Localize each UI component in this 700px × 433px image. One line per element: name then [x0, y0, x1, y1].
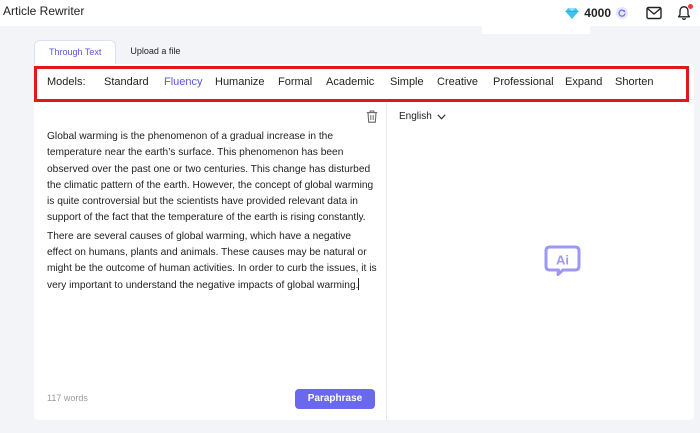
paragraph-1: Global warming is the phenomenon of a gr…	[47, 131, 374, 224]
model-humanize[interactable]: Humanize	[215, 76, 265, 88]
model-simple[interactable]: Simple	[390, 76, 424, 88]
paraphrase-button[interactable]: Paraphrase	[295, 389, 375, 409]
text-caret	[358, 277, 360, 290]
model-shorten[interactable]: Shorten	[615, 76, 654, 88]
ai-logo-icon: Ai	[544, 245, 581, 276]
active-model-indicator	[157, 99, 207, 101]
top-bar: Article Rewriter 4000	[0, 0, 700, 26]
panel-divider	[386, 103, 387, 420]
notifications-button[interactable]	[676, 4, 693, 21]
models-label: Models:	[47, 76, 86, 88]
top-toolbar: 4000	[565, 3, 693, 23]
input-text-editor[interactable]: Global warming is the phenomenon of a gr…	[47, 129, 377, 296]
credits-display[interactable]: 4000	[565, 6, 628, 20]
language-select[interactable]: English	[399, 111, 446, 122]
chevron-down-icon	[437, 113, 446, 120]
gem-icon	[565, 8, 579, 19]
model-creative[interactable]: Creative	[437, 76, 478, 88]
model-expand[interactable]: Expand	[565, 76, 602, 88]
app-window: Article Rewriter 4000 Through Text Uploa…	[0, 0, 700, 433]
paragraph-2: There are several causes of global warmi…	[47, 230, 377, 291]
notification-dot	[688, 4, 693, 9]
model-formal[interactable]: Formal	[278, 76, 312, 88]
header-extension	[482, 26, 590, 34]
model-academic[interactable]: Academic	[326, 76, 374, 88]
trash-icon[interactable]	[366, 110, 378, 123]
ai-logo-text: Ai	[556, 253, 569, 268]
mail-icon[interactable]	[646, 6, 662, 20]
source-tabs: Through Text Upload a file	[34, 40, 194, 64]
model-fluency[interactable]: Fluency	[164, 76, 203, 88]
credit-count: 4000	[584, 6, 611, 20]
model-professional[interactable]: Professional	[493, 76, 554, 88]
tab-upload-file[interactable]: Upload a file	[116, 40, 194, 64]
word-count: 117 words	[47, 393, 88, 403]
app-title: Article Rewriter	[3, 4, 85, 18]
model-standard[interactable]: Standard	[104, 76, 149, 88]
refresh-icon[interactable]	[616, 7, 628, 19]
language-label: English	[399, 111, 432, 122]
tab-through-text[interactable]: Through Text	[34, 40, 117, 64]
